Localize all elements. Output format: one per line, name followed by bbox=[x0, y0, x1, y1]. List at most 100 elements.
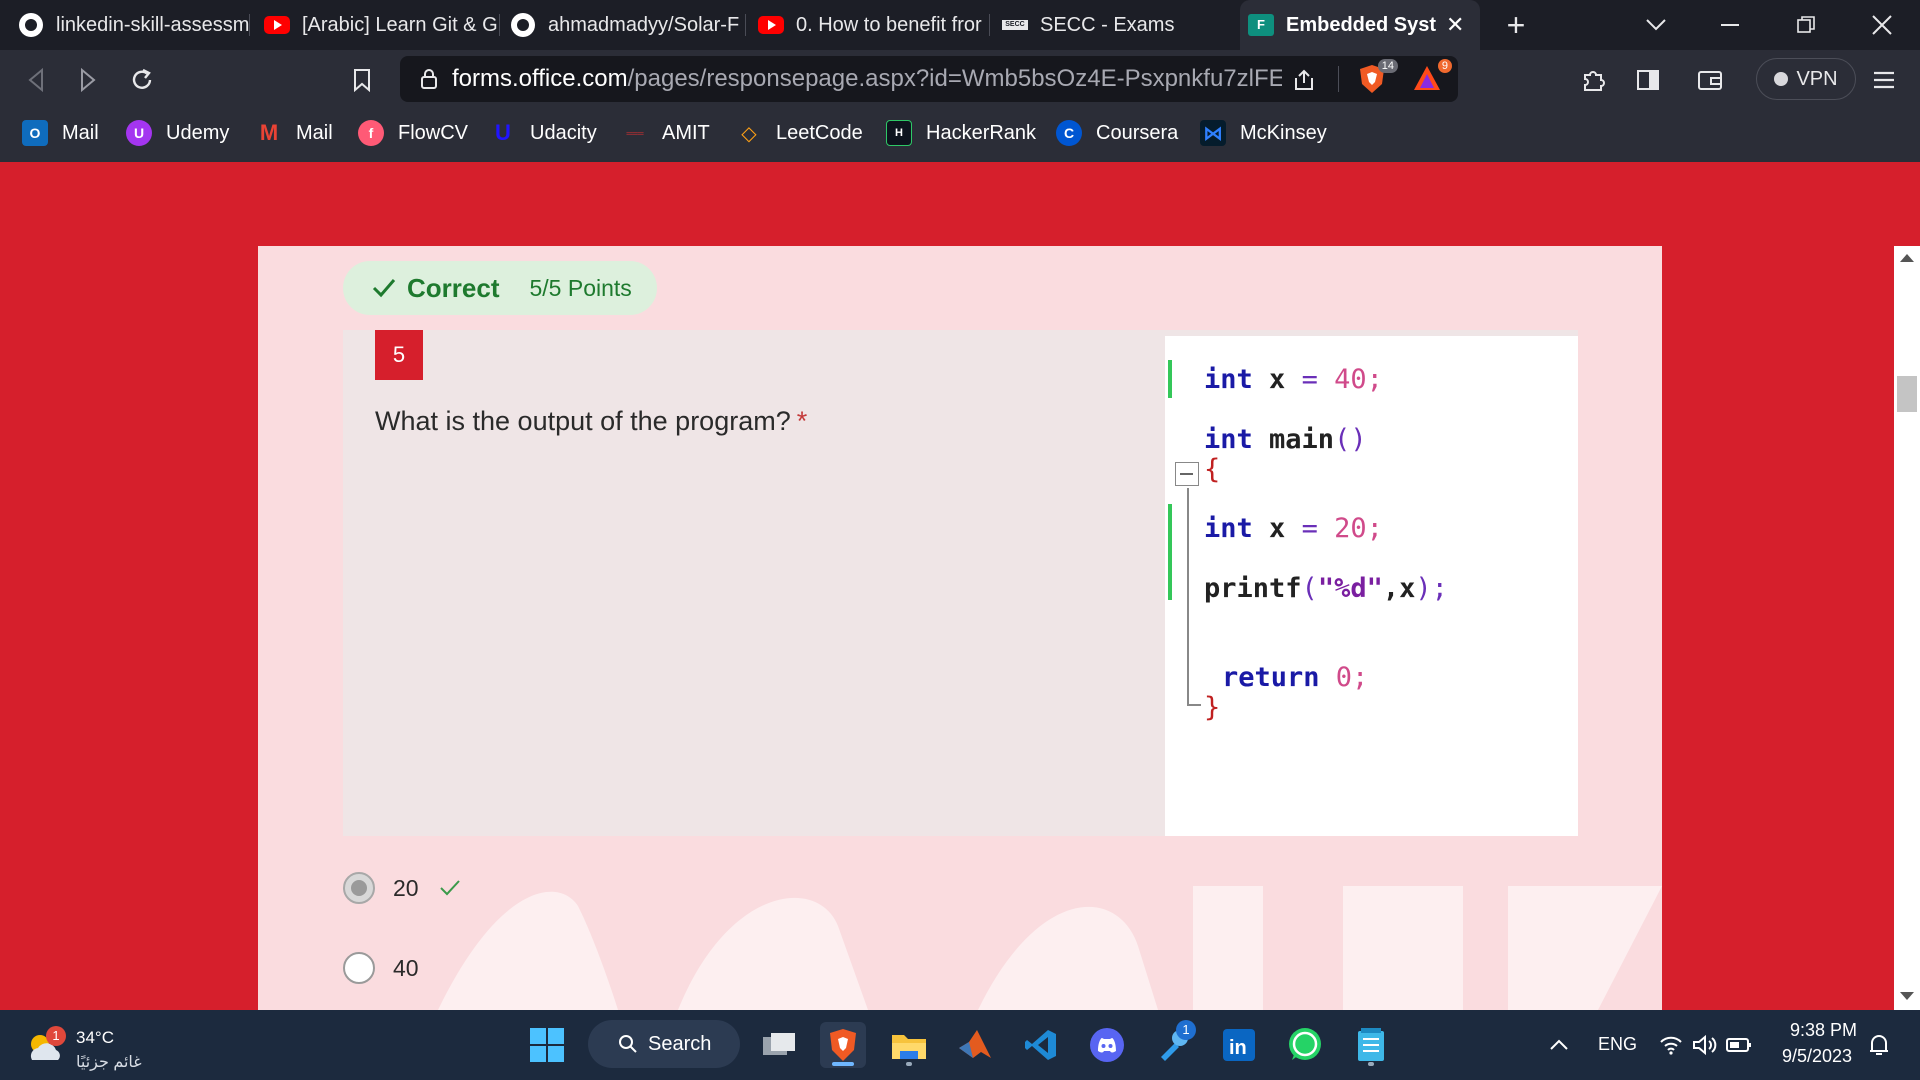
volume-icon[interactable] bbox=[1688, 1022, 1722, 1068]
close-tab-icon[interactable]: ✕ bbox=[1446, 12, 1464, 38]
bookmarks-bar: O Mail U Udemy M Mail f FlowCV U Udacity… bbox=[0, 108, 1920, 162]
settings-tool-icon[interactable]: 1 bbox=[1150, 1020, 1196, 1068]
checkmark-icon bbox=[372, 279, 396, 298]
tab-bar: linkedin-skill-assessm [Arabic] Learn Gi… bbox=[0, 0, 1920, 50]
windows-start-icon[interactable] bbox=[524, 1022, 570, 1068]
brave-browser-icon[interactable] bbox=[820, 1022, 866, 1068]
answer-option-40[interactable]: 40 bbox=[343, 952, 419, 984]
radio-button[interactable] bbox=[343, 952, 375, 984]
battery-icon[interactable] bbox=[1722, 1022, 1756, 1068]
outlook-icon: O bbox=[22, 120, 48, 146]
notepad-icon[interactable] bbox=[1348, 1022, 1394, 1068]
tab-solar[interactable]: ahmadmadyy/Solar-F bbox=[510, 0, 746, 50]
tab-secc-exams[interactable]: SECC SECC - Exams bbox=[1002, 0, 1234, 50]
tab-title: SECC - Exams bbox=[1040, 13, 1175, 36]
code-line: int main() bbox=[1204, 424, 1367, 455]
youtube-icon bbox=[758, 12, 784, 38]
bookmark-amit[interactable]: ═══ AMIT bbox=[622, 108, 710, 158]
brave-rewards-icon[interactable]: 9 bbox=[1412, 59, 1452, 94]
clock-date[interactable]: 9/5/2023 bbox=[1782, 1046, 1852, 1067]
reload-icon[interactable] bbox=[124, 62, 160, 98]
clock-time[interactable]: 9:38 PM bbox=[1790, 1020, 1857, 1041]
scroll-up-icon[interactable] bbox=[1900, 254, 1914, 262]
discord-icon[interactable] bbox=[1084, 1022, 1130, 1068]
close-window-icon[interactable] bbox=[1852, 0, 1912, 50]
bookmark-leetcode[interactable]: ◇ LeetCode bbox=[736, 108, 863, 158]
wallet-icon[interactable] bbox=[1692, 62, 1728, 98]
rewards-count-badge: 9 bbox=[1437, 59, 1452, 73]
bookmark-label: FlowCV bbox=[398, 121, 469, 144]
bookmark-gmail[interactable]: M Mail bbox=[256, 108, 333, 158]
bookmark-label: McKinsey bbox=[1240, 121, 1327, 144]
udacity-icon: U bbox=[495, 120, 511, 145]
extensions-icon[interactable] bbox=[1576, 62, 1612, 98]
show-hidden-icons-chevron[interactable] bbox=[1536, 1022, 1582, 1068]
taskbar-search-button[interactable]: Search bbox=[588, 1020, 740, 1068]
github-icon bbox=[18, 12, 44, 38]
page-scrollbar[interactable] bbox=[1894, 246, 1920, 1010]
linkedin-icon[interactable]: in bbox=[1216, 1022, 1262, 1068]
leetcode-icon: ◇ bbox=[741, 122, 757, 145]
bookmark-label: HackerRank bbox=[926, 121, 1037, 144]
search-icon bbox=[619, 1035, 637, 1053]
file-explorer-icon[interactable] bbox=[886, 1022, 932, 1068]
tab-embedded-systems[interactable]: F Embedded Syste ✕ bbox=[1240, 0, 1480, 50]
bookmark-hackerrank[interactable]: H HackerRank bbox=[886, 108, 1036, 158]
hackerrank-icon: H bbox=[886, 120, 912, 146]
bookmark-udacity[interactable]: U Udacity bbox=[490, 108, 597, 158]
bookmark-label: AMIT bbox=[662, 121, 710, 144]
bookmark-udemy[interactable]: U Udemy bbox=[126, 108, 229, 158]
score-badge: Correct 5/5 Points bbox=[343, 261, 657, 315]
weather-widget[interactable]: 1 34°C غائم جزئيًا bbox=[24, 1020, 154, 1071]
input-language[interactable]: ENG bbox=[1598, 1034, 1637, 1055]
bookmark-label: Mail bbox=[62, 121, 99, 144]
answer-option-20[interactable]: 20 bbox=[343, 872, 461, 904]
whatsapp-icon[interactable] bbox=[1282, 1022, 1328, 1068]
sidebar-icon[interactable] bbox=[1630, 62, 1666, 98]
brave-shields-icon[interactable]: 14 bbox=[1358, 59, 1398, 94]
new-tab-button[interactable]: + bbox=[1486, 0, 1546, 50]
notifications-icon[interactable] bbox=[1862, 1022, 1896, 1068]
tab-list-chevron-icon[interactable] bbox=[1626, 0, 1686, 50]
address-bar[interactable]: forms.office.com/pages/responsepage.aspx… bbox=[400, 56, 1458, 102]
bookmark-label: LeetCode bbox=[776, 121, 863, 144]
share-icon[interactable] bbox=[1292, 68, 1316, 97]
bookmark-mckinsey[interactable]: ⋈ McKinsey bbox=[1200, 108, 1327, 158]
collapse-toggle-icon bbox=[1175, 462, 1199, 486]
flowcv-icon: f bbox=[358, 120, 384, 146]
vscode-icon[interactable] bbox=[1018, 1022, 1064, 1068]
back-icon[interactable] bbox=[18, 62, 54, 98]
menu-icon[interactable] bbox=[1866, 62, 1902, 98]
forward-icon[interactable] bbox=[70, 62, 106, 98]
tab-linkedin-skill[interactable]: linkedin-skill-assessm bbox=[18, 0, 250, 50]
scroll-thumb[interactable] bbox=[1897, 376, 1917, 412]
task-view-icon[interactable] bbox=[756, 1022, 802, 1068]
wifi-icon[interactable] bbox=[1654, 1022, 1688, 1068]
tab-how-to-benefit[interactable]: 0. How to benefit fror bbox=[758, 0, 990, 50]
matlab-icon[interactable] bbox=[952, 1022, 998, 1068]
tab-learn-git[interactable]: [Arabic] Learn Git & G bbox=[264, 0, 500, 50]
bookmark-coursera[interactable]: C Coursera bbox=[1056, 108, 1178, 158]
github-icon bbox=[510, 12, 536, 38]
tab-title: ahmadmadyy/Solar-F bbox=[548, 13, 740, 36]
restore-icon[interactable] bbox=[1776, 0, 1836, 50]
microsoft-forms-icon: F bbox=[1248, 12, 1274, 38]
code-line: int x = 20; bbox=[1204, 513, 1383, 544]
bookmark-icon[interactable] bbox=[344, 62, 380, 98]
amit-icon: ═══ bbox=[626, 128, 644, 138]
option-label: 20 bbox=[393, 874, 419, 901]
bookmark-label: Udacity bbox=[530, 121, 597, 144]
bookmark-outlook-mail[interactable]: O Mail bbox=[22, 108, 99, 158]
code-line: { bbox=[1204, 454, 1221, 485]
points-label: 5/5 Points bbox=[529, 274, 632, 301]
question-text: What is the output of the program? * bbox=[375, 406, 807, 437]
minimize-icon[interactable] bbox=[1700, 0, 1760, 50]
mckinsey-icon: ⋈ bbox=[1200, 120, 1226, 146]
scroll-down-icon[interactable] bbox=[1900, 992, 1914, 1000]
radio-button-selected[interactable] bbox=[343, 872, 375, 904]
lock-icon bbox=[418, 68, 440, 90]
gmail-icon: M bbox=[259, 120, 279, 145]
secc-icon: SECC bbox=[1002, 12, 1028, 38]
bookmark-flowcv[interactable]: f FlowCV bbox=[358, 108, 468, 158]
vpn-button[interactable]: VPN bbox=[1756, 58, 1856, 100]
